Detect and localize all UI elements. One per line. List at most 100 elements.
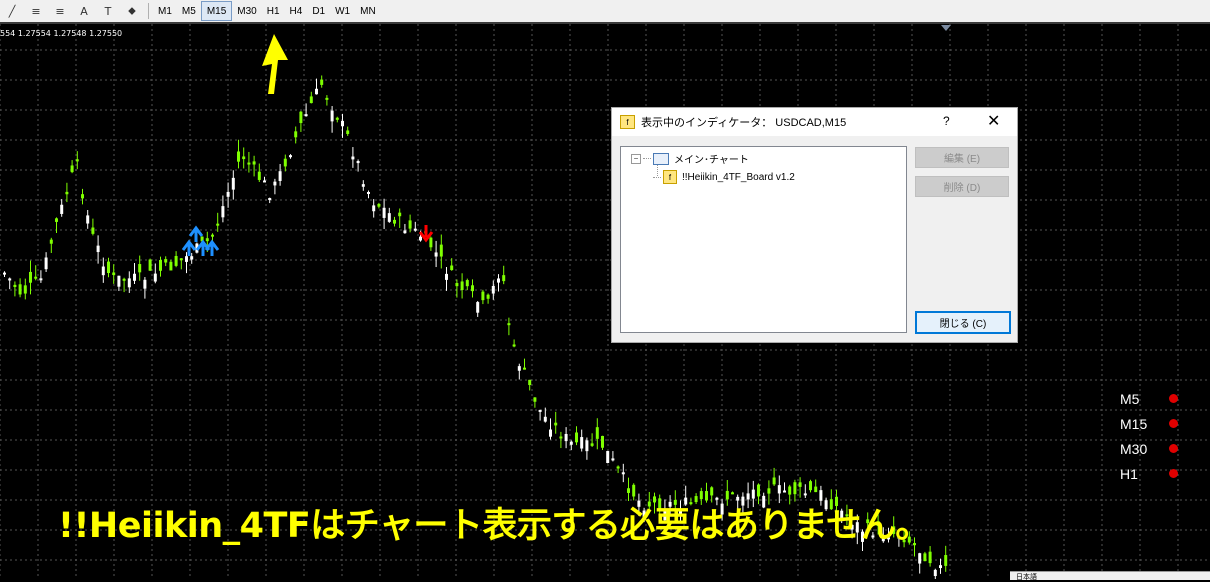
candle-body: [81, 194, 84, 199]
candle-body: [372, 205, 376, 212]
candle-body: [377, 203, 381, 207]
timeframe-button-m30[interactable]: M30: [232, 2, 261, 20]
candle-body: [273, 181, 277, 186]
candle-body: [133, 273, 136, 281]
candle-body: [569, 441, 573, 445]
ohlc-readout: 554 1.27554 1.27548 1.27550: [0, 29, 123, 38]
candle-body: [491, 285, 495, 294]
candle-body: [143, 279, 147, 289]
candle-body: [70, 165, 74, 173]
candle-body: [710, 487, 714, 496]
candle-body: [335, 117, 339, 120]
candle-body: [788, 486, 792, 495]
candle-body: [299, 111, 303, 124]
dialog-title: 表示中のインディケータ： USDCAD,M15: [641, 117, 847, 129]
candle-body: [13, 284, 17, 288]
candle-body: [101, 266, 105, 276]
timeframe-button-d1[interactable]: D1: [307, 2, 330, 20]
help-button[interactable]: ?: [943, 114, 950, 128]
candle-body: [403, 230, 407, 234]
candle-body: [460, 281, 464, 291]
candle-body: [91, 227, 95, 234]
candle-body: [471, 285, 474, 292]
candle-body: [174, 255, 178, 266]
status-dot-icon: [1169, 444, 1178, 453]
candle-body: [387, 213, 391, 222]
edit-button[interactable]: 編集 (E): [915, 147, 1009, 168]
candle-body: [65, 191, 69, 195]
delete-button[interactable]: 削除 (D): [915, 176, 1009, 197]
timeframe-button-mn[interactable]: MN: [355, 2, 381, 20]
tree-connector: [653, 176, 661, 178]
candle-body: [304, 114, 308, 117]
price-chart[interactable]: [0, 24, 1210, 579]
candle-body: [179, 258, 183, 261]
text-tool-icon[interactable]: A: [75, 2, 93, 20]
candle-body: [263, 180, 266, 183]
candle-body: [549, 429, 552, 437]
fibo-fan-icon[interactable]: ≡: [51, 2, 69, 20]
candle-body: [55, 218, 58, 222]
candle-body: [497, 278, 500, 283]
candle-body: [127, 278, 131, 288]
tree-node-main-chart[interactable]: − メイン･チャート: [631, 151, 749, 166]
candle-body: [221, 206, 225, 218]
line-tool-icon[interactable]: ╱: [3, 2, 21, 20]
candle-body: [507, 323, 511, 326]
candle-body: [554, 422, 558, 426]
candle-body: [289, 155, 292, 158]
dialog-titlebar[interactable]: f 表示中のインディケータ： USDCAD,M15 ? ✕: [612, 108, 1017, 136]
candle-body: [49, 239, 53, 244]
text-label-icon[interactable]: T: [99, 2, 117, 20]
candle-body: [533, 397, 537, 402]
candle-body: [455, 283, 459, 287]
candle-body: [559, 436, 563, 439]
chart-window-icon: [653, 152, 669, 165]
candle-body: [616, 466, 620, 469]
candle-body: [564, 433, 568, 442]
tree-node-indicator[interactable]: f !!Heiikin_4TF_Board v1.2: [653, 170, 795, 184]
candle-body: [606, 451, 610, 464]
timeframe-button-h4[interactable]: H4: [285, 2, 308, 20]
fibo-expansion-icon[interactable]: ≡: [27, 2, 45, 20]
indicator-window-icon: f: [620, 115, 635, 129]
candle-body: [798, 482, 802, 487]
tree-node-label: メイン･チャート: [674, 155, 749, 166]
indicator-tree[interactable]: − メイン･チャート f !!Heiikin_4TF_Board v1.2: [620, 146, 907, 333]
candle-body: [517, 366, 521, 371]
candle-body: [190, 256, 194, 260]
status-label: M15: [1120, 415, 1148, 432]
candle-body: [538, 409, 542, 412]
toolbar-separator: [148, 3, 149, 19]
candle-body: [3, 272, 6, 275]
candle-body: [283, 158, 287, 167]
candle-body: [231, 177, 235, 190]
status-dot-icon: [1169, 469, 1178, 478]
candle-body: [543, 416, 547, 422]
close-icon[interactable]: ✕: [987, 111, 1000, 131]
close-button[interactable]: 閉じる (C): [915, 311, 1011, 334]
timeframe-button-h1[interactable]: H1: [262, 2, 285, 20]
heiikin-status-panel: M5 M15 M30 H1: [1120, 386, 1190, 486]
candle-body: [226, 191, 230, 197]
collapse-icon[interactable]: −: [631, 153, 641, 164]
timeframe-button-m15[interactable]: M15: [200, 1, 233, 21]
candle-body: [408, 220, 412, 229]
candle-body: [757, 484, 760, 497]
timeframe-button-w1[interactable]: W1: [330, 2, 355, 20]
candle-body: [419, 236, 422, 241]
candle-body: [361, 184, 365, 187]
candle-body: [731, 492, 734, 495]
candle-body: [86, 215, 90, 224]
candle-body: [8, 278, 12, 281]
candle-body: [278, 171, 282, 181]
timeframe-button-m1[interactable]: M1: [153, 2, 177, 20]
status-row-m5: M5: [1120, 386, 1190, 411]
candle-body: [44, 257, 48, 270]
indicators-dialog[interactable]: f 表示中のインディケータ： USDCAD,M15 ? ✕ − メイン･チャート…: [611, 107, 1018, 343]
timeframe-button-m5[interactable]: M5: [177, 2, 201, 20]
candle-body: [575, 432, 578, 443]
candle-body: [309, 96, 313, 104]
candle-body: [242, 156, 246, 160]
arrow-tool-icon[interactable]: ⬥: [123, 2, 141, 20]
